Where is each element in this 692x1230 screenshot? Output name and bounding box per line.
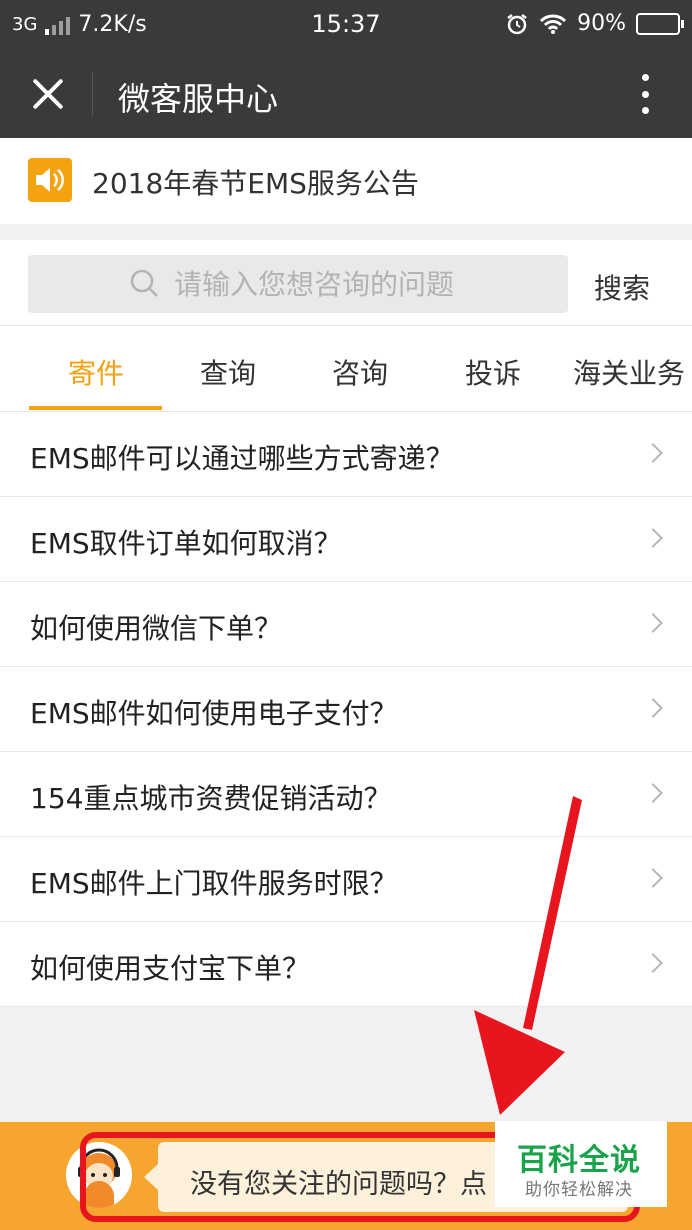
chevron-right-icon	[643, 613, 663, 633]
alarm-icon	[507, 13, 527, 34]
tab-consult[interactable]: 咨询	[332, 352, 388, 392]
chevron-right-icon	[643, 443, 663, 463]
tab-complaint[interactable]: 投诉	[465, 352, 521, 392]
chevron-right-icon	[643, 953, 663, 973]
tab-customs[interactable]: 海关业务	[573, 352, 685, 392]
battery-icon	[636, 12, 684, 35]
chevron-right-icon	[643, 528, 663, 548]
question-text: 154重点城市资费促销活动？	[30, 782, 392, 815]
status-right: 90%	[505, 11, 684, 36]
page-title: 微客服中心	[118, 80, 279, 118]
list-item[interactable]: EMS取件订单如何取消？	[0, 497, 692, 582]
tab-query[interactable]: 查询	[200, 352, 256, 392]
red-arrow-annotation	[474, 796, 582, 1115]
nav-bar: 微客服中心	[0, 50, 692, 138]
search-button[interactable]: 搜索	[594, 267, 650, 307]
list-item[interactable]: EMS邮件可以通过哪些方式寄递？	[0, 412, 692, 497]
watermark-logo: 百科全说 助你轻松解决	[495, 1121, 667, 1207]
question-text: EMS邮件如何使用电子支付？	[30, 697, 398, 730]
list-item[interactable]: EMS邮件如何使用电子支付？	[0, 667, 692, 752]
search-input[interactable]	[174, 261, 554, 307]
chevron-right-icon	[643, 698, 663, 718]
question-text: 如何使用微信下单？	[30, 612, 283, 645]
announcement-banner[interactable]: 2018年春节EMS服务公告	[0, 138, 692, 224]
battery-percent: 90%	[577, 11, 626, 36]
speaker-icon	[28, 158, 72, 202]
search-icon	[130, 269, 158, 297]
more-menu-icon[interactable]	[640, 74, 650, 114]
active-tab-indicator	[29, 406, 162, 410]
status-bar: 3G 7.2K/s 15:37 90%	[0, 0, 692, 50]
chevron-right-icon	[643, 783, 663, 803]
tab-send[interactable]: 寄件	[68, 352, 124, 392]
question-text: EMS邮件可以通过哪些方式寄递？	[30, 442, 454, 475]
category-tabs: 寄件 查询 咨询 投诉 海关业务	[0, 326, 692, 412]
search-box[interactable]	[28, 255, 568, 313]
search-bar: 搜索	[0, 240, 692, 326]
nav-divider	[92, 72, 93, 116]
question-text: 如何使用支付宝下单？	[30, 952, 311, 985]
question-text: EMS邮件上门取件服务时限？	[30, 867, 398, 900]
wifi-icon	[540, 14, 567, 34]
announcement-text: 2018年春节EMS服务公告	[92, 167, 419, 200]
watermark-subtitle: 助你轻松解决	[525, 1180, 633, 1200]
close-icon[interactable]	[26, 72, 70, 116]
chevron-right-icon	[643, 868, 663, 888]
watermark-title: 百科全说	[517, 1143, 641, 1178]
list-item[interactable]: 如何使用微信下单？	[0, 582, 692, 667]
question-text: EMS取件订单如何取消？	[30, 527, 342, 560]
